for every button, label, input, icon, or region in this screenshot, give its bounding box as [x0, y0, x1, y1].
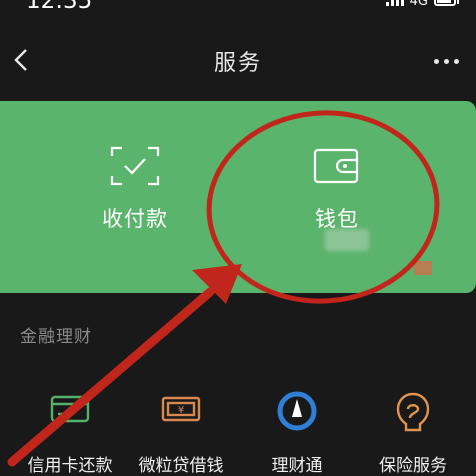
svg-text:¥: ¥ — [178, 405, 184, 416]
more-dot — [443, 58, 449, 64]
status-time: 12:35 — [26, 0, 93, 14]
signal-icon — [385, 0, 404, 6]
more-button[interactable] — [426, 46, 466, 76]
wallet-balance-blurred — [325, 229, 369, 251]
service-label: 信用卡还款 — [27, 456, 113, 476]
service-label: 理财通 — [271, 456, 323, 476]
wallet-button[interactable]: 钱包 — [262, 101, 412, 293]
wallet-icon — [313, 148, 359, 184]
finance-services: 信用卡还款 ¥ 微粒贷借钱 理财通 保险服务 — [0, 388, 476, 476]
pay-receive-label: 收付款 — [102, 207, 168, 231]
status-indicators: 4G — [385, 0, 459, 12]
corner-badge — [414, 261, 432, 275]
battery-icon — [434, 0, 459, 6]
more-dot — [433, 58, 439, 64]
service-label: 保险服务 — [379, 456, 447, 476]
wealth-icon — [277, 391, 317, 431]
status-bar: 12:35 4G — [0, 0, 476, 14]
scan-pay-icon — [110, 146, 160, 186]
more-dot — [453, 58, 459, 64]
page-title: 服务 — [213, 51, 262, 76]
pay-wallet-card: 收付款 钱包 — [0, 101, 476, 293]
loan-icon: ¥ — [161, 396, 201, 422]
network-type: 4G — [409, 0, 428, 9]
section-title: 金融理财 — [20, 327, 92, 347]
pay-receive-button[interactable]: 收付款 — [60, 101, 210, 293]
service-label: 微粒贷借钱 — [138, 456, 224, 476]
nav-bar: 服务 — [0, 36, 476, 86]
credit-card-icon — [50, 395, 90, 423]
insurance-icon — [396, 392, 430, 432]
